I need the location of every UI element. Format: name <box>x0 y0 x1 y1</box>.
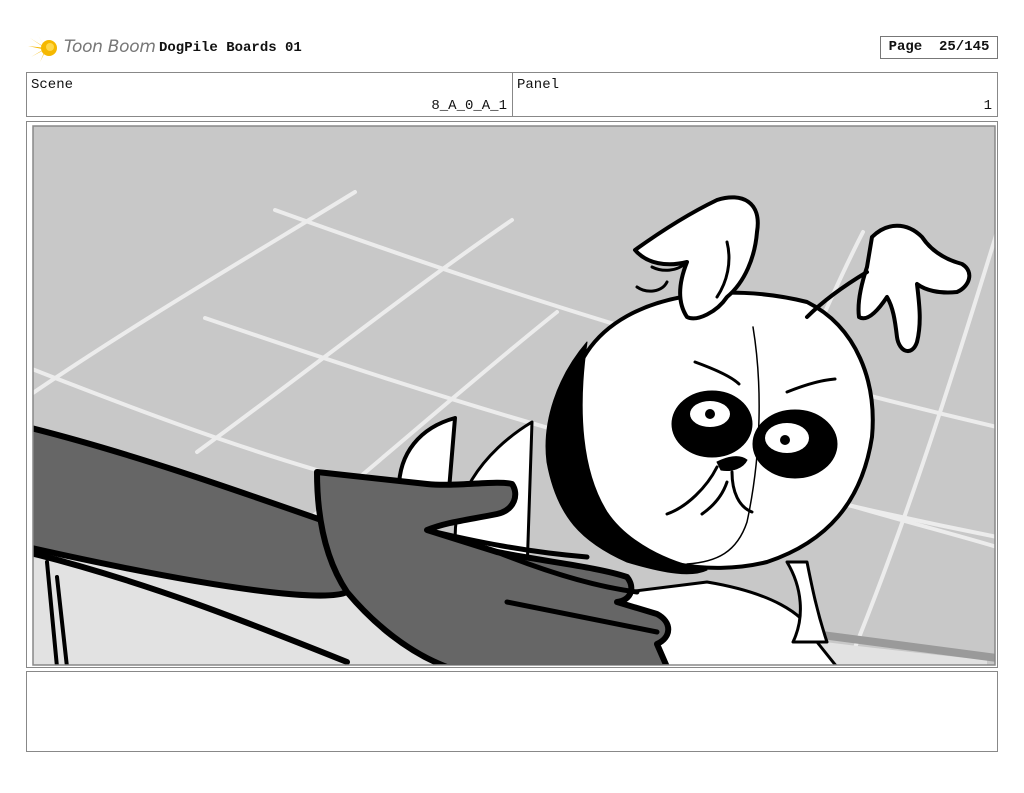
logo-text: Toon Boom <box>64 37 156 57</box>
dog-right-pupil <box>780 435 790 445</box>
page-number: 25/145 <box>939 39 990 55</box>
scene-label: Scene <box>31 77 74 93</box>
dog-left-pupil <box>705 409 715 419</box>
starburst-icon <box>28 34 57 62</box>
storyboard-frame <box>26 121 998 668</box>
notes-area <box>26 671 998 752</box>
storyboard-drawing <box>27 122 997 667</box>
scene-panel-info: Scene 8_A_0_A_1 Panel 1 <box>26 72 998 117</box>
page-indicator: Page 25/145 <box>880 36 998 59</box>
panel-value: 1 <box>983 98 992 114</box>
storyboard-header: Toon Boom DogPile Boards 01 Page 25/145 <box>26 32 998 64</box>
project-title: DogPile Boards 01 <box>159 40 302 56</box>
toon-boom-logo: Toon Boom <box>28 32 156 64</box>
panel-cell: Panel 1 <box>513 73 997 116</box>
scene-cell: Scene 8_A_0_A_1 <box>27 73 513 116</box>
page-label: Page <box>888 39 923 55</box>
panel-label: Panel <box>517 77 560 93</box>
scene-value: 8_A_0_A_1 <box>431 98 507 114</box>
